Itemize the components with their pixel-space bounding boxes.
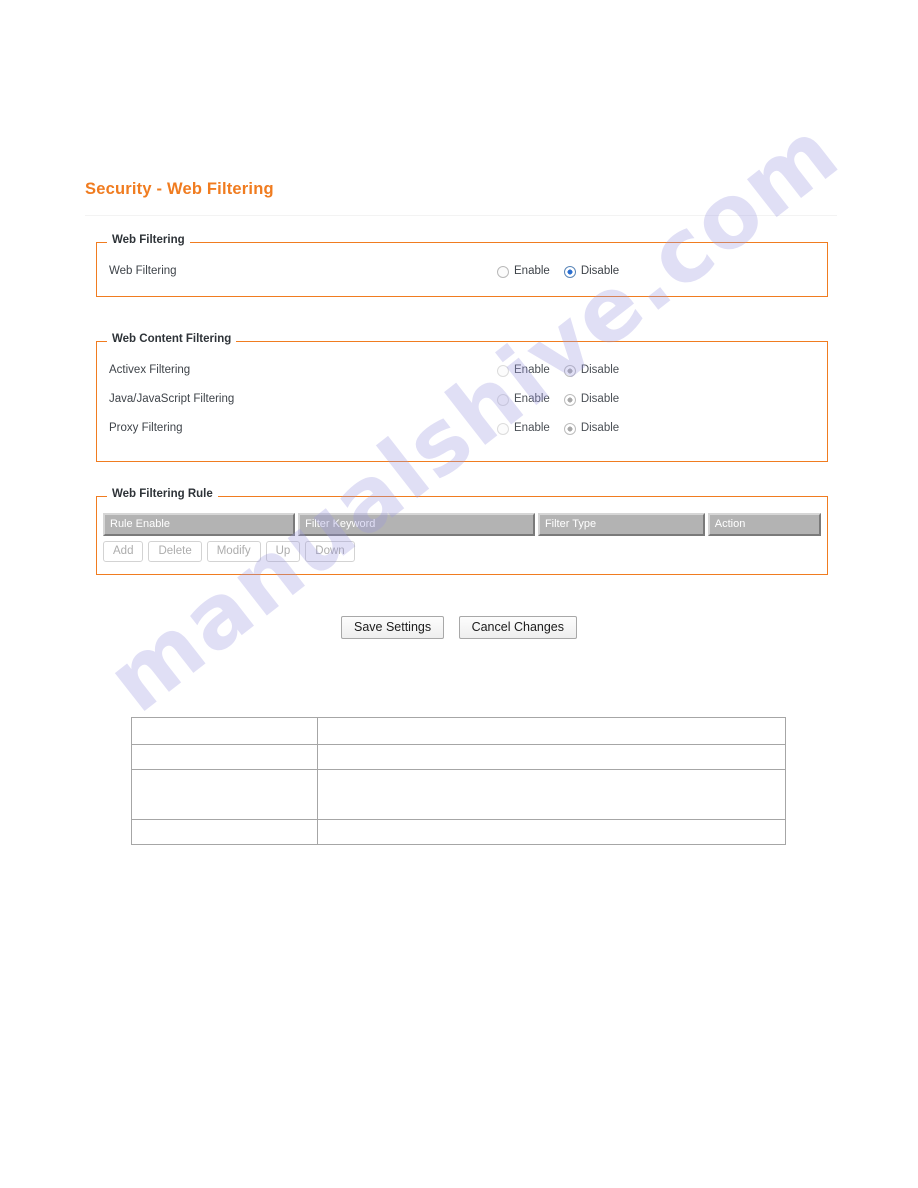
- radio-label-java-disable: Disable: [580, 393, 620, 405]
- row-web-filtering: Web Filtering Enable Disable: [97, 257, 827, 286]
- row-activex-filtering: Activex Filtering Enable Disable: [97, 356, 827, 385]
- radio-icon-web-filtering-enable[interactable]: [497, 265, 509, 278]
- row-proxy-filtering: Proxy Filtering Enable Disable: [97, 414, 827, 443]
- radio-icon-java-enable[interactable]: [497, 393, 509, 406]
- row-label-proxy-filtering: Proxy Filtering: [109, 422, 183, 434]
- radio-label-activex-disable: Disable: [580, 364, 620, 376]
- table-cell-label: [130, 717, 319, 745]
- radio-label-web-filtering-disable: Disable: [580, 265, 620, 277]
- radio-label-proxy-enable: Enable: [514, 422, 550, 434]
- panel-web-content-filtering: Web Content Filtering Activex Filtering …: [96, 333, 828, 462]
- radio-icon-proxy-disable[interactable]: [563, 422, 576, 435]
- panel-web-content-filtering-body: Activex Filtering Enable Disable Java/Ja…: [97, 342, 827, 461]
- table-cell-value: [317, 744, 786, 770]
- panel-web-filtering-rule-legend: Web Filtering Rule: [107, 488, 218, 500]
- radio-option-java-enable[interactable]: Enable: [497, 385, 550, 414]
- table-cell-value: [317, 769, 786, 820]
- up-button[interactable]: Up: [265, 541, 301, 562]
- row-options-java-javascript-filtering: Enable Disable: [497, 385, 619, 414]
- title-divider: [85, 215, 837, 216]
- save-settings-button[interactable]: Save Settings: [340, 616, 445, 639]
- page-title: Security - Web Filtering: [85, 180, 274, 198]
- radio-option-activex-enable[interactable]: Enable: [497, 356, 550, 385]
- rule-column-header-filter-keyword[interactable]: Filter Keyword: [298, 513, 535, 536]
- rule-button-bar: Add Delete Modify Up Down: [97, 541, 827, 562]
- panel-web-content-filtering-legend: Web Content Filtering: [107, 333, 237, 345]
- radio-label-java-enable: Enable: [514, 393, 550, 405]
- radio-option-web-filtering-enable[interactable]: Enable: [497, 257, 550, 286]
- description-table: [130, 717, 786, 845]
- rule-column-header-action[interactable]: Action: [707, 513, 821, 536]
- radio-option-proxy-enable[interactable]: Enable: [497, 414, 550, 443]
- page-content: Security - Web Filtering Web Filtering W…: [0, 0, 918, 1188]
- row-label-activex-filtering: Activex Filtering: [109, 364, 191, 376]
- panel-web-filtering-rule: Web Filtering Rule Rule Enable Filter Ke…: [96, 488, 828, 575]
- radio-label-proxy-disable: Disable: [580, 422, 620, 434]
- table-row: [130, 769, 786, 820]
- radio-icon-proxy-enable[interactable]: [497, 422, 509, 435]
- down-button[interactable]: Down: [305, 541, 355, 562]
- cancel-changes-button[interactable]: Cancel Changes: [458, 616, 577, 639]
- radio-icon-java-disable[interactable]: [563, 393, 576, 406]
- radio-option-proxy-disable[interactable]: Disable: [563, 414, 620, 443]
- radio-option-web-filtering-disable[interactable]: Disable: [563, 257, 620, 286]
- rule-table-header: Rule Enable Filter Keyword Filter Type A…: [97, 513, 827, 536]
- panel-web-filtering-rule-body: Rule Enable Filter Keyword Filter Type A…: [97, 497, 827, 574]
- panel-web-filtering: Web Filtering Web Filtering Enable Disab…: [96, 234, 828, 297]
- modify-button[interactable]: Modify: [206, 541, 261, 562]
- panel-web-filtering-legend: Web Filtering: [107, 234, 190, 246]
- add-button[interactable]: Add: [103, 541, 144, 562]
- radio-option-java-disable[interactable]: Disable: [563, 385, 620, 414]
- radio-label-web-filtering-enable: Enable: [514, 265, 550, 277]
- table-row: [130, 744, 786, 770]
- rule-column-header-rule-enable[interactable]: Rule Enable: [103, 513, 296, 536]
- row-options-web-filtering: Enable Disable: [497, 257, 619, 286]
- form-actions: Save Settings Cancel Changes: [0, 616, 918, 639]
- radio-icon-activex-enable[interactable]: [497, 364, 509, 377]
- description-table-body: [130, 717, 786, 845]
- row-java-javascript-filtering: Java/JavaScript Filtering Enable Disable: [97, 385, 827, 414]
- table-row: [130, 819, 786, 845]
- radio-icon-activex-disable[interactable]: [563, 364, 576, 377]
- table-cell-value: [317, 717, 786, 745]
- radio-icon-web-filtering-disable[interactable]: [563, 265, 576, 278]
- table-cell-label: [130, 769, 319, 820]
- table-cell-value: [317, 819, 786, 845]
- radio-label-activex-enable: Enable: [514, 364, 550, 376]
- table-row: [130, 717, 786, 745]
- table-cell-label: [130, 744, 319, 770]
- radio-option-activex-disable[interactable]: Disable: [563, 356, 620, 385]
- rule-column-header-filter-type[interactable]: Filter Type: [537, 513, 705, 536]
- table-cell-label: [130, 819, 319, 845]
- row-options-activex-filtering: Enable Disable: [497, 356, 619, 385]
- panel-web-filtering-body: Web Filtering Enable Disable: [97, 243, 827, 296]
- delete-button[interactable]: Delete: [148, 541, 202, 562]
- row-label-java-javascript-filtering: Java/JavaScript Filtering: [109, 393, 235, 405]
- row-options-proxy-filtering: Enable Disable: [497, 414, 619, 443]
- row-label-web-filtering: Web Filtering: [109, 265, 177, 277]
